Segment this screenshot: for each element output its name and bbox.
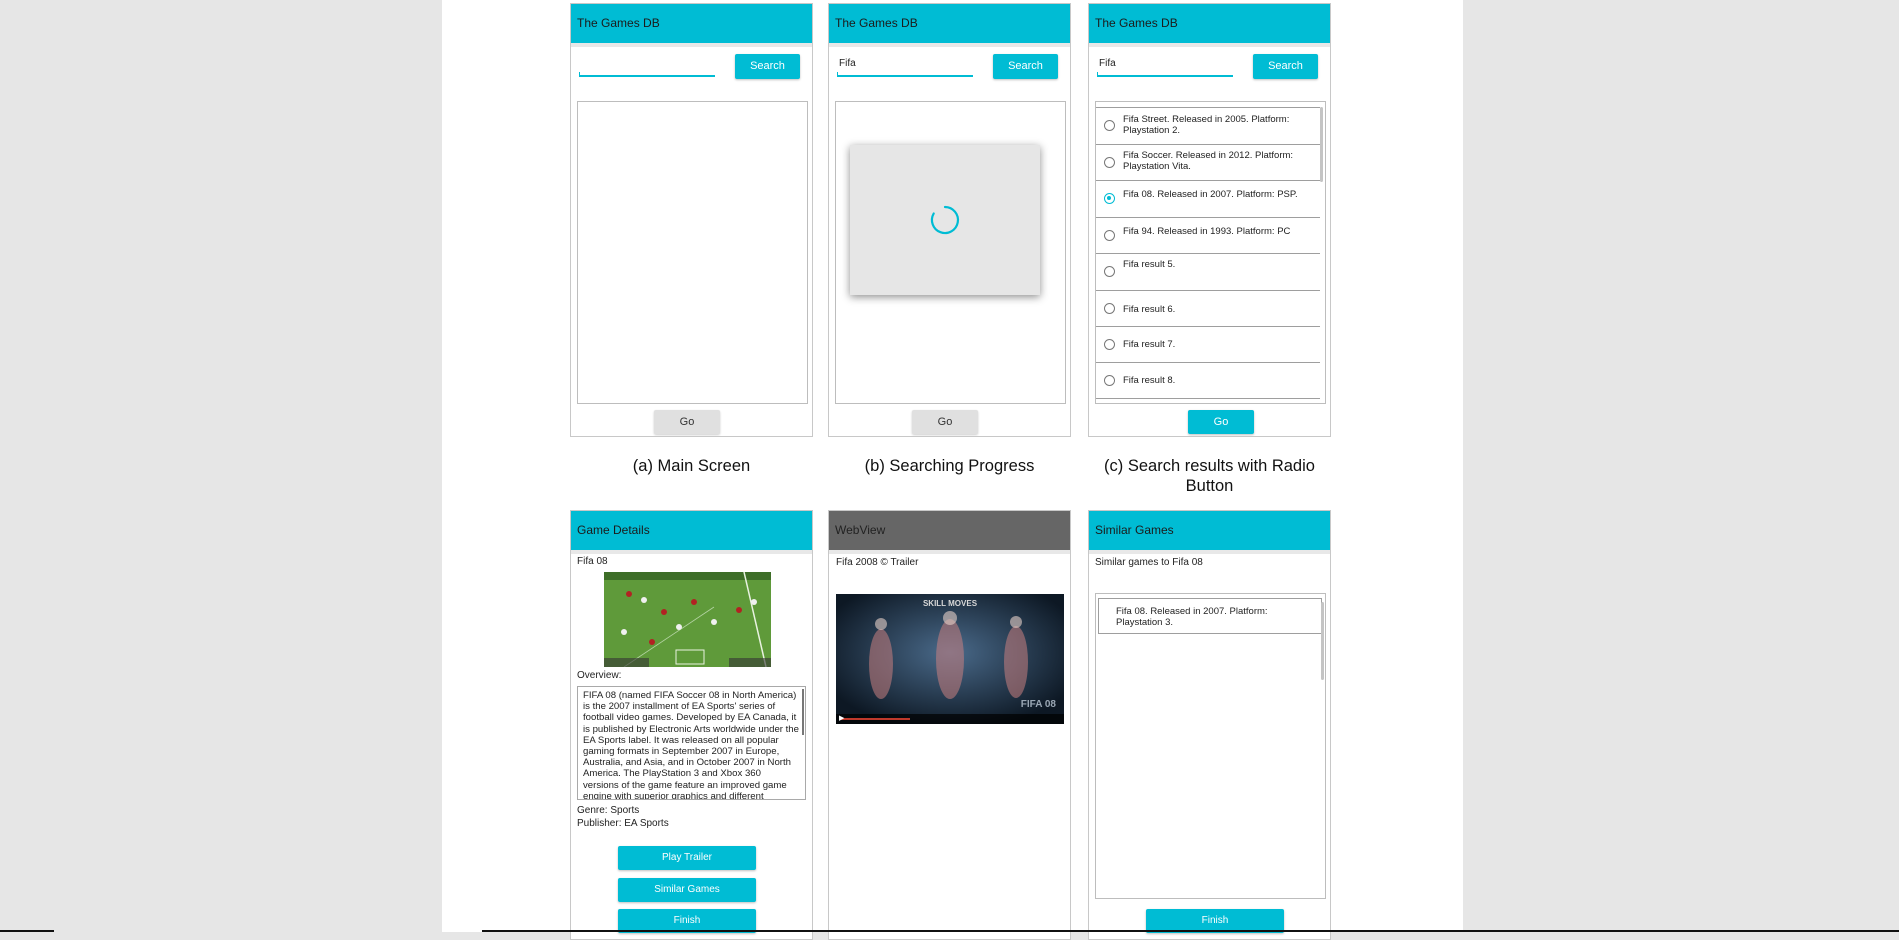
list-item-label: Fifa result 6. bbox=[1123, 304, 1176, 315]
go-button[interactable]: Go bbox=[1188, 410, 1254, 434]
app-bar: WebView bbox=[829, 511, 1070, 554]
search-input[interactable] bbox=[579, 57, 715, 77]
caption-progress: (b) Searching Progress bbox=[864, 457, 1035, 475]
radio-button[interactable] bbox=[1104, 339, 1115, 350]
play-trailer-button[interactable]: Play Trailer bbox=[618, 846, 756, 870]
go-button[interactable]: Go bbox=[912, 410, 978, 434]
list-item[interactable]: Fifa result 5. bbox=[1096, 253, 1320, 290]
results-list bbox=[577, 101, 808, 404]
app-bar: The Games DB bbox=[829, 4, 1070, 47]
scrollbar[interactable] bbox=[1320, 107, 1323, 182]
scrollbar[interactable] bbox=[802, 689, 804, 735]
list-item-label: Fifa Street. Released in 2005. Platform:… bbox=[1123, 114, 1290, 136]
similar-games-button[interactable]: Similar Games bbox=[618, 878, 756, 902]
results-radio-list: Fifa Street. Released in 2005. Platform:… bbox=[1095, 101, 1326, 404]
video-player[interactable]: SKILL MOVES FIFA 08 ▶ bbox=[836, 594, 1064, 724]
radio-button[interactable] bbox=[1104, 375, 1115, 386]
go-button[interactable]: Go bbox=[654, 410, 720, 434]
list-item[interactable]: Fifa 08. Released in 2007. Platform: PSP… bbox=[1096, 180, 1320, 217]
search-button[interactable]: Search bbox=[735, 54, 800, 79]
search-button[interactable]: Search bbox=[1253, 54, 1318, 79]
list-item[interactable]: Fifa 08. Released in 2007. Platform: Pla… bbox=[1098, 598, 1322, 634]
figure-sheet: The Games DB Search Go (a) Main Screen T… bbox=[442, 0, 1463, 940]
game-screenshot-image bbox=[604, 572, 771, 667]
genre-text: Genre: Sports bbox=[577, 805, 640, 816]
results-screen: The Games DB Fifa Search Fifa Street. Re… bbox=[1088, 3, 1331, 437]
list-item-label: Fifa result 8. bbox=[1123, 375, 1176, 386]
search-input[interactable]: Fifa bbox=[837, 57, 973, 77]
video-overlay-text: SKILL MOVES bbox=[922, 599, 978, 608]
list-item-label: Fifa Soccer. Released in 2012. Platform:… bbox=[1123, 150, 1294, 172]
radio-button[interactable] bbox=[1104, 120, 1115, 131]
list-item[interactable]: Fifa Street. Released in 2005. Platform:… bbox=[1096, 107, 1320, 144]
progress-dialog bbox=[850, 145, 1040, 295]
app-bar: The Games DB bbox=[1089, 4, 1330, 47]
details-screen: Game Details Fifa 08 Overview: FIFA 08 (… bbox=[570, 510, 813, 940]
caption-results: (c) Search results with Radio Button bbox=[1088, 456, 1331, 496]
overview-label: Overview: bbox=[577, 670, 622, 681]
similar-screen: Similar Games Similar games to Fifa 08 F… bbox=[1088, 510, 1331, 940]
list-item-label: Fifa result 5. bbox=[1123, 259, 1176, 270]
app-bar: Game Details bbox=[571, 511, 812, 554]
play-icon[interactable]: ▶ bbox=[839, 714, 844, 722]
radio-button[interactable] bbox=[1104, 303, 1115, 314]
list-item-label: Fifa result 7. bbox=[1123, 339, 1176, 350]
caption-main: (a) Main Screen bbox=[632, 457, 751, 475]
publisher-text: Publisher: EA Sports bbox=[577, 818, 669, 829]
overview-text: FIFA 08 (named FIFA Soccer 08 in North A… bbox=[583, 690, 799, 800]
caption-line-2: Button bbox=[1185, 477, 1234, 495]
radio-button[interactable] bbox=[1104, 157, 1115, 168]
game-name: Fifa 08 bbox=[577, 556, 608, 567]
list-item-label: Fifa 08. Released in 2007. Platform: Pla… bbox=[1116, 606, 1268, 628]
radio-button[interactable] bbox=[1104, 266, 1115, 277]
search-input[interactable]: Fifa bbox=[1097, 57, 1233, 77]
radio-button-selected[interactable] bbox=[1104, 193, 1115, 204]
similar-subtitle: Similar games to Fifa 08 bbox=[1095, 557, 1203, 568]
app-bar: Similar Games bbox=[1089, 511, 1330, 554]
radio-button[interactable] bbox=[1104, 230, 1115, 241]
progress-screen: The Games DB Fifa Search Go bbox=[828, 3, 1071, 437]
list-item[interactable]: Fifa Soccer. Released in 2012. Platform:… bbox=[1096, 144, 1320, 180]
caption-line-1: (c) Search results with Radio bbox=[1104, 457, 1315, 475]
list-item[interactable]: Fifa result 6. bbox=[1096, 290, 1320, 326]
scrollbar[interactable] bbox=[1321, 602, 1324, 680]
similar-list: Fifa 08. Released in 2007. Platform: Pla… bbox=[1095, 593, 1326, 899]
search-button[interactable]: Search bbox=[993, 54, 1058, 79]
video-logo: FIFA 08 bbox=[1020, 699, 1056, 710]
overview-textbox[interactable]: FIFA 08 (named FIFA Soccer 08 in North A… bbox=[577, 686, 806, 800]
video-title: Fifa 2008 © Trailer bbox=[836, 557, 919, 568]
main-screen: The Games DB Search Go bbox=[570, 3, 813, 437]
list-item[interactable]: Fifa result 8. bbox=[1096, 362, 1320, 399]
list-item-label: Fifa 94. Released in 1993. Platform: PC bbox=[1123, 226, 1291, 237]
loading-spinner-icon bbox=[930, 205, 960, 235]
list-item[interactable]: Fifa 94. Released in 1993. Platform: PC bbox=[1096, 217, 1320, 253]
list-item-label: Fifa 08. Released in 2007. Platform: PSP… bbox=[1123, 189, 1298, 200]
results-list bbox=[835, 101, 1066, 404]
app-bar: The Games DB bbox=[571, 4, 812, 47]
webview-screen: WebView Fifa 2008 © Trailer SKILL MOVES … bbox=[828, 510, 1071, 940]
list-item[interactable]: Fifa result 7. bbox=[1096, 326, 1320, 362]
